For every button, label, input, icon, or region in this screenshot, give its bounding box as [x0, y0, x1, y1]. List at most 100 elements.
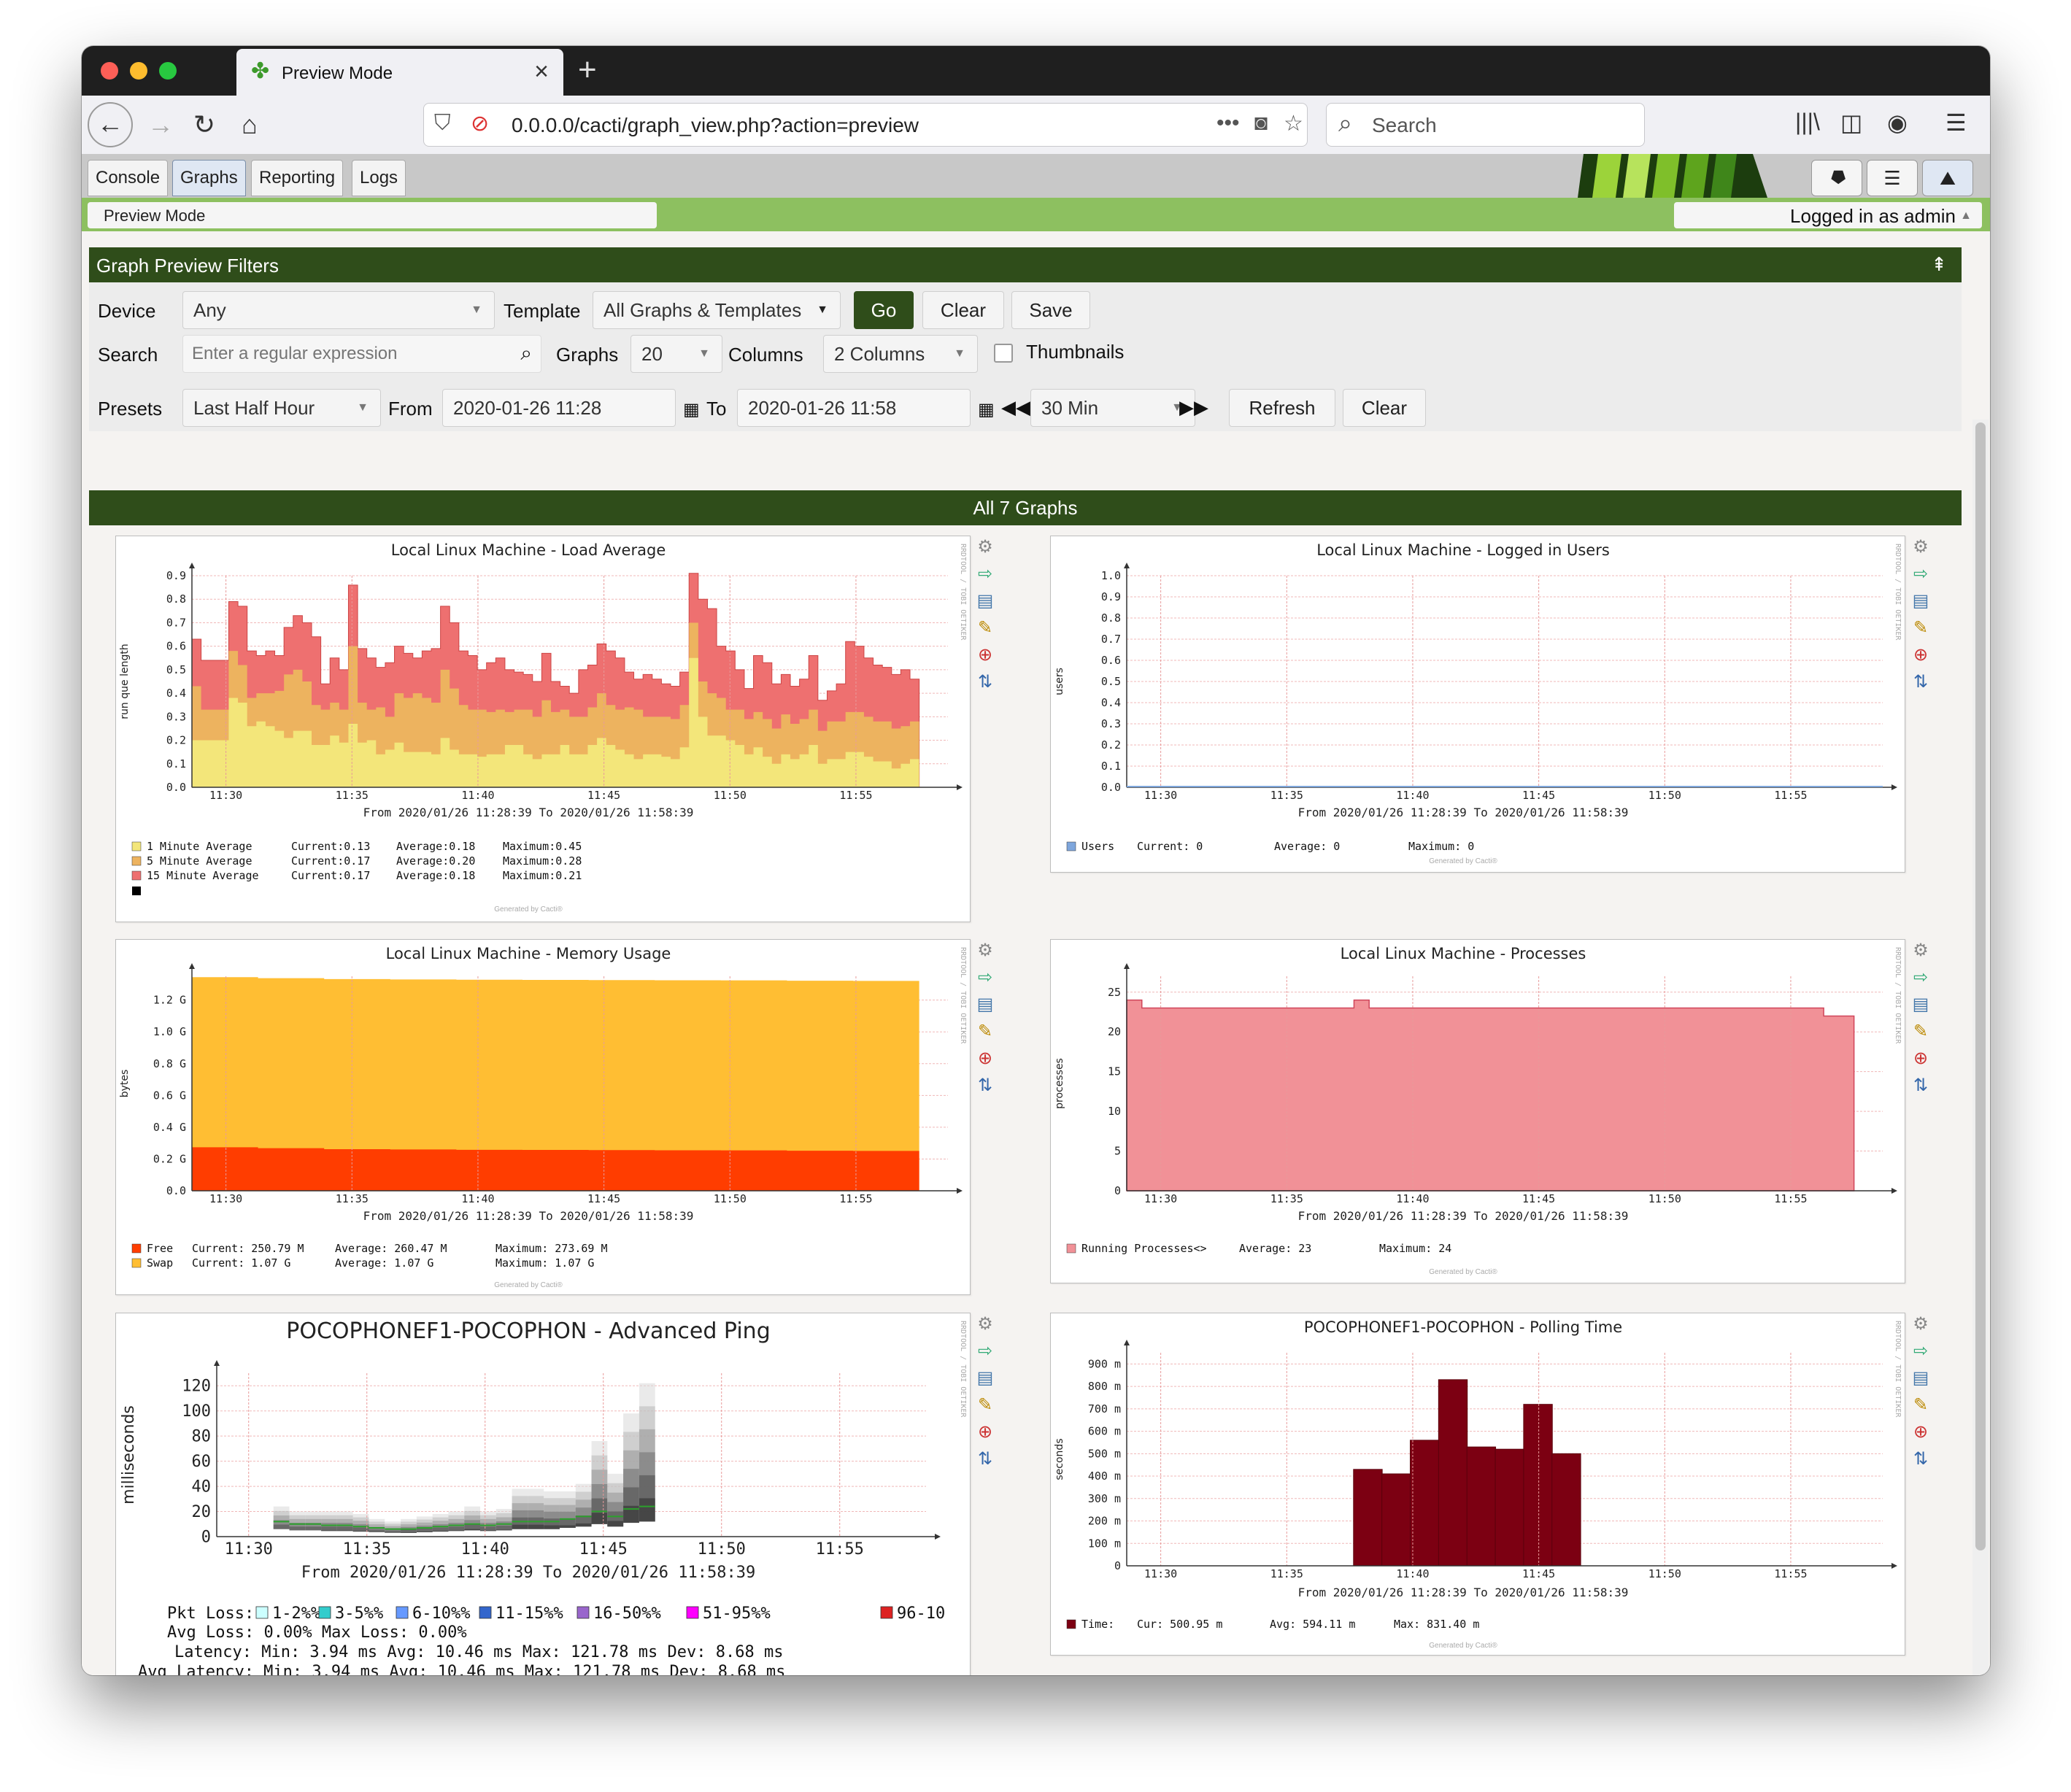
scrollbar-thumb[interactable]: [1975, 422, 1986, 1550]
gear-icon[interactable]: ⚙: [973, 1313, 997, 1336]
close-tab-icon[interactable]: ×: [534, 58, 549, 86]
edit-icon[interactable]: ✎: [1909, 1394, 1932, 1417]
gear-icon[interactable]: ⚙: [1909, 536, 1932, 559]
export-icon[interactable]: ⇨: [1909, 966, 1932, 989]
thumbnails-checkbox[interactable]: [994, 344, 1013, 363]
template-select[interactable]: All Graphs & Templates ▼: [593, 291, 841, 329]
edit-icon[interactable]: ✎: [973, 617, 997, 640]
menu-icon[interactable]: ☰: [1945, 109, 1967, 136]
realtime-icon[interactable]: ⇅: [973, 671, 997, 694]
csv-icon[interactable]: ▤: [973, 1367, 997, 1390]
tab-reporting[interactable]: Reporting: [251, 160, 344, 196]
graph-logged-in-users[interactable]: Local Linux Machine - Logged in Users use…: [1050, 536, 1905, 873]
realtime-icon[interactable]: ⇅: [1909, 1074, 1932, 1097]
reload-icon[interactable]: ↻: [185, 106, 223, 144]
latency-bar: [432, 1531, 449, 1532]
x-tick-label: 11:40: [461, 789, 494, 802]
presets-select[interactable]: Last Half Hour ▼: [182, 389, 381, 427]
export-icon[interactable]: ⇨: [973, 1340, 997, 1363]
gear-icon[interactable]: ⚙: [973, 939, 997, 962]
shield-icon[interactable]: ⛉: [434, 111, 451, 136]
user-menu[interactable]: Logged in as admin ▲: [1674, 202, 1982, 228]
graph-memory-usage[interactable]: Local Linux Machine - Memory Usage bytes R…: [115, 939, 971, 1295]
tab-graphs[interactable]: Graphs: [172, 160, 246, 196]
realtime-icon[interactable]: ⇅: [973, 1448, 997, 1471]
preview-view-button[interactable]: ⛰: [1922, 160, 1973, 196]
to-input[interactable]: 2020-01-26 11:58: [737, 389, 971, 427]
save-button[interactable]: Save: [1011, 291, 1090, 329]
realtime-icon[interactable]: ⇅: [973, 1074, 997, 1097]
sidebar-icon[interactable]: ◫: [1840, 109, 1862, 136]
back-arrow-icon[interactable]: ←: [88, 102, 133, 147]
graph-advanced-ping[interactable]: POCOPHONEF1-POCOPHON - Advanced Ping mill…: [115, 1313, 971, 1675]
from-calendar-icon[interactable]: ▦: [683, 399, 700, 420]
go-button[interactable]: Go: [854, 291, 914, 329]
export-icon[interactable]: ⇨: [1909, 563, 1932, 586]
realtime-icon[interactable]: ⇅: [1909, 671, 1932, 694]
search-icon[interactable]: ⌕: [520, 341, 532, 366]
export-icon[interactable]: ⇨: [1909, 1340, 1932, 1363]
url-text[interactable]: 0.0.0.0/cacti/graph_view.php?action=prev…: [512, 114, 919, 137]
from-input[interactable]: 2020-01-26 11:28: [442, 389, 676, 427]
url-bar[interactable]: ⛉ ⊘ 0.0.0.0/cacti/graph_view.php?action=…: [423, 103, 1308, 147]
library-icon[interactable]: |||\: [1795, 109, 1820, 136]
bookmark-star-icon[interactable]: ☆: [1284, 111, 1303, 136]
export-icon[interactable]: ⇨: [973, 966, 997, 989]
zoom-icon[interactable]: ⊕: [973, 644, 997, 667]
search-input[interactable]: ⌕: [182, 335, 541, 373]
csv-icon[interactable]: ▤: [1909, 993, 1932, 1016]
minimize-window-button[interactable]: [130, 62, 147, 80]
graph-load-average[interactable]: Local Linux Machine - Load Average run qu…: [115, 536, 971, 922]
zoom-icon[interactable]: ⊕: [1909, 1421, 1932, 1444]
graph-polling-time[interactable]: POCOPHONEF1-POCOPHON - Polling Time secon…: [1050, 1313, 1905, 1656]
gear-icon[interactable]: ⚙: [1909, 939, 1932, 962]
tree-view-button[interactable]: ⯂: [1811, 160, 1862, 196]
csv-icon[interactable]: ▤: [973, 590, 997, 613]
edit-icon[interactable]: ✎: [1909, 617, 1932, 640]
zoom-icon[interactable]: ⊕: [1909, 644, 1932, 667]
clear-button[interactable]: Clear: [922, 291, 1004, 329]
gear-icon[interactable]: ⚙: [1909, 1313, 1932, 1336]
zoom-icon[interactable]: ⊕: [973, 1047, 997, 1070]
search-input-field[interactable]: [183, 336, 541, 372]
realtime-icon[interactable]: ⇅: [1909, 1448, 1932, 1471]
csv-icon[interactable]: ▤: [1909, 590, 1932, 613]
to-calendar-icon[interactable]: ▦: [978, 399, 995, 420]
collapse-icon[interactable]: ⇞: [1931, 253, 1947, 276]
refresh-button[interactable]: Refresh: [1229, 389, 1335, 427]
account-icon[interactable]: ◉: [1887, 109, 1908, 136]
rrdtool-credit: RRDTOOL / TOBI OETIKER: [1894, 544, 1902, 641]
gear-icon[interactable]: ⚙: [973, 536, 997, 559]
csv-icon[interactable]: ▤: [1909, 1367, 1932, 1390]
clear-time-button[interactable]: Clear: [1343, 389, 1426, 427]
tab-logs[interactable]: Logs: [352, 160, 406, 196]
close-window-button[interactable]: [101, 62, 118, 80]
device-select[interactable]: Any ▼: [182, 291, 495, 329]
tab-console[interactable]: Console: [88, 160, 169, 196]
zoom-window-button[interactable]: [159, 62, 177, 80]
edit-icon[interactable]: ✎: [1909, 1020, 1932, 1043]
browser-tab[interactable]: ✤ Preview Mode ×: [236, 49, 563, 96]
pocket-icon[interactable]: ◙: [1254, 111, 1268, 136]
zoom-icon[interactable]: ⊕: [1909, 1047, 1932, 1070]
columns-select[interactable]: 2 Columns ▼: [823, 335, 978, 373]
export-icon[interactable]: ⇨: [973, 563, 997, 586]
insecure-lock-icon[interactable]: ⊘: [471, 111, 489, 136]
browser-search-field[interactable]: ⌕ Search: [1326, 103, 1645, 147]
forward-arrow-icon[interactable]: →: [142, 106, 180, 144]
new-tab-icon[interactable]: +: [578, 52, 597, 88]
shift-right-icon[interactable]: ▶▶: [1179, 396, 1208, 419]
edit-icon[interactable]: ✎: [973, 1020, 997, 1043]
shift-left-icon[interactable]: ◀◀: [1001, 396, 1030, 419]
timespan-select[interactable]: 30 Min ▼: [1030, 389, 1195, 427]
home-icon[interactable]: ⌂: [231, 106, 269, 144]
more-actions-icon[interactable]: •••: [1216, 111, 1240, 136]
graph-processes[interactable]: Local Linux Machine - Processes processes…: [1050, 939, 1905, 1283]
csv-icon[interactable]: ▤: [973, 993, 997, 1016]
breadcrumb-text[interactable]: Preview Mode: [104, 206, 205, 225]
list-view-button[interactable]: ☰: [1867, 160, 1918, 196]
login-text[interactable]: Logged in as admin: [1790, 205, 1956, 228]
zoom-icon[interactable]: ⊕: [973, 1421, 997, 1444]
graphs-select[interactable]: 20 ▼: [630, 335, 722, 373]
edit-icon[interactable]: ✎: [973, 1394, 997, 1417]
